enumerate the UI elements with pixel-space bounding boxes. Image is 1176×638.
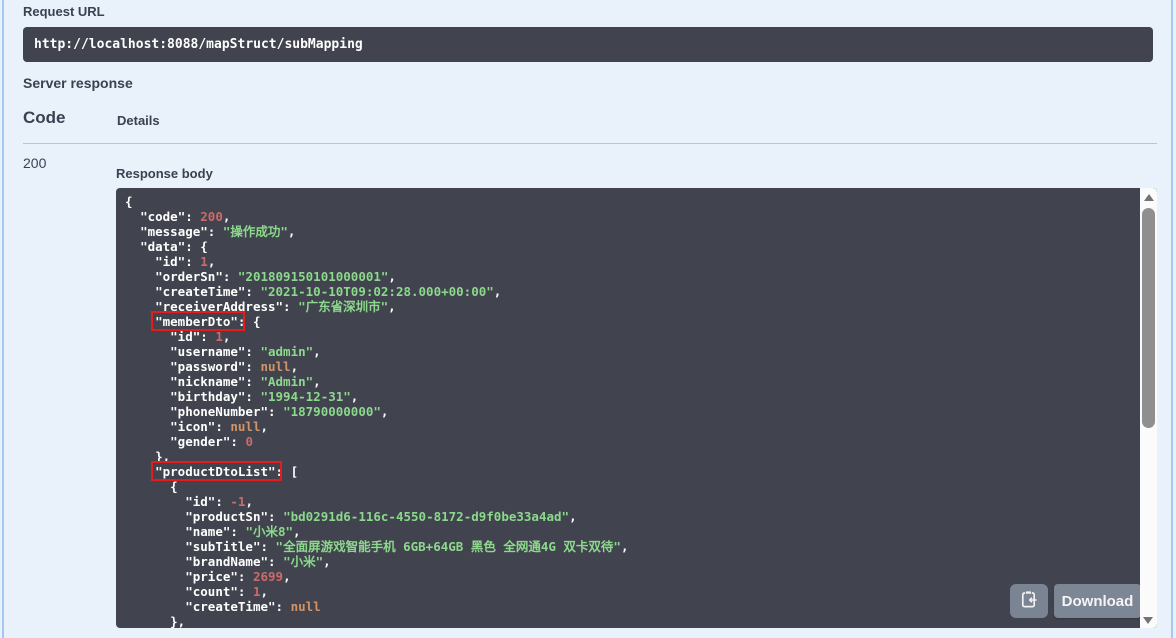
panel-left-border (2, 0, 4, 638)
download-button[interactable]: Download (1054, 584, 1141, 618)
server-response-title: Server response (23, 75, 133, 91)
response-body-label: Response body (116, 166, 213, 181)
request-url-label: Request URL (23, 4, 105, 19)
scrollbar-up-arrow-icon[interactable] (1143, 194, 1154, 201)
response-body-code: { "code": 200, "message": "操作成功", "data"… (125, 194, 629, 628)
response-body-block: { "code": 200, "message": "操作成功", "data"… (116, 188, 1157, 628)
request-url-value: http://localhost:8088/mapStruct/subMappi… (23, 27, 1153, 62)
scrollbar[interactable] (1140, 188, 1157, 628)
copy-to-clipboard-icon (1021, 590, 1038, 612)
table-header-divider (23, 143, 1157, 144)
column-header-code: Code (23, 108, 66, 127)
scrollbar-down-arrow-icon[interactable] (1143, 617, 1153, 624)
copy-to-clipboard-button[interactable] (1010, 584, 1048, 618)
status-code: 200 (23, 155, 47, 171)
panel-right-border (1171, 0, 1173, 638)
column-header-details: Details (117, 113, 160, 128)
scrollbar-thumb[interactable] (1142, 208, 1155, 428)
